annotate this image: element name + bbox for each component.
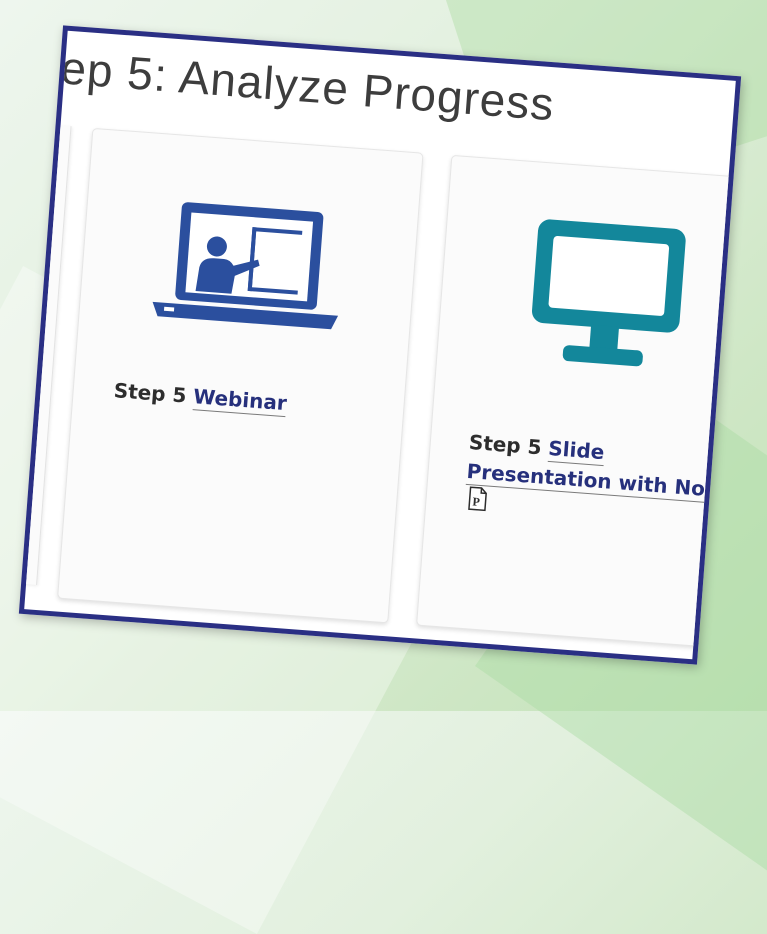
powerpoint-file-icon[interactable]: P (467, 486, 489, 512)
slide-presentation-card-text: Step 5 Slide Presentation with Notes P (464, 428, 742, 536)
slide-presentation-card[interactable]: Step 5 Slide Presentation with Notes P (416, 154, 742, 651)
webinar-link[interactable]: Webinar (192, 384, 288, 418)
webinar-card[interactable]: Step 5 Webinar (57, 127, 424, 624)
webinar-laptop-icon (152, 202, 339, 330)
webinar-card-text: Step 5 Webinar (113, 376, 396, 426)
screenshot-frame: tep 5: Analyze Progress Step 5 Webinar S… (18, 25, 742, 665)
page-title: tep 5: Analyze Progress (45, 40, 557, 131)
webinar-prefix: Step 5 (112, 378, 188, 408)
file-icon-letter: P (472, 494, 480, 509)
monitor-icon (531, 219, 686, 367)
slides-prefix: Step 5 (468, 429, 543, 460)
